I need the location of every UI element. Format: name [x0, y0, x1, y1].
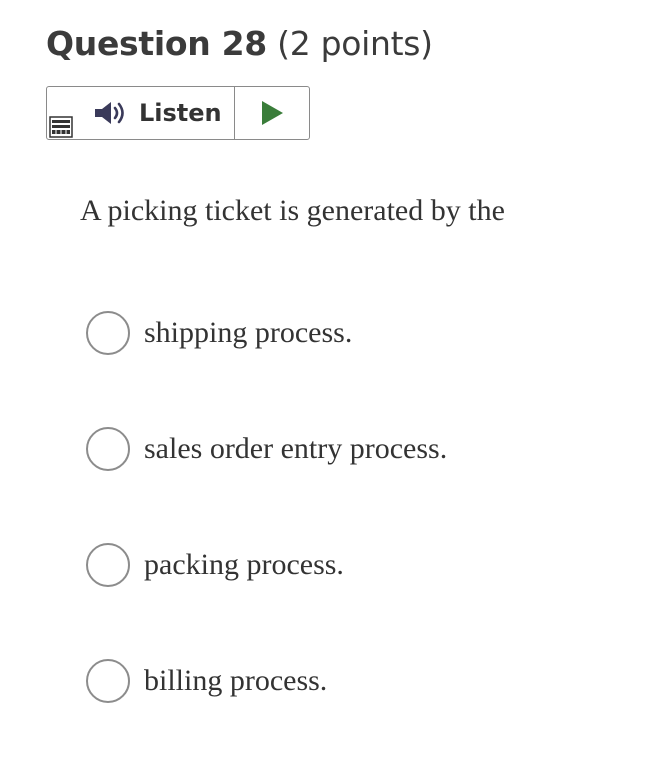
menu-icon — [49, 116, 73, 138]
answer-option-3[interactable]: packing process. — [86, 541, 344, 589]
listen-widget: Listen — [46, 86, 310, 140]
answer-option-1[interactable]: shipping process. — [86, 309, 352, 357]
answer-option-label: billing process. — [144, 664, 328, 697]
radio-button[interactable] — [86, 659, 130, 703]
radio-button[interactable] — [86, 311, 130, 355]
play-button[interactable] — [235, 87, 309, 139]
question-title: Question 28 — [46, 24, 267, 63]
listen-menu-button[interactable] — [46, 114, 76, 140]
question-points: (2 points) — [277, 24, 433, 63]
radio-button[interactable] — [86, 543, 130, 587]
answer-option-label: packing process. — [144, 548, 344, 581]
answer-option-label: sales order entry process. — [144, 432, 448, 465]
radio-button[interactable] — [86, 427, 130, 471]
answer-option-2[interactable]: sales order entry process. — [86, 425, 447, 473]
answer-option-label: shipping process. — [144, 316, 353, 349]
question-text: A picking ticket is generated by the — [80, 194, 505, 227]
answer-option-4[interactable]: billing process. — [86, 657, 327, 705]
play-icon — [262, 101, 283, 125]
speaker-icon — [93, 99, 129, 127]
listen-label: Listen — [139, 99, 222, 127]
question-header: Question 28 (2 points) — [46, 24, 433, 63]
